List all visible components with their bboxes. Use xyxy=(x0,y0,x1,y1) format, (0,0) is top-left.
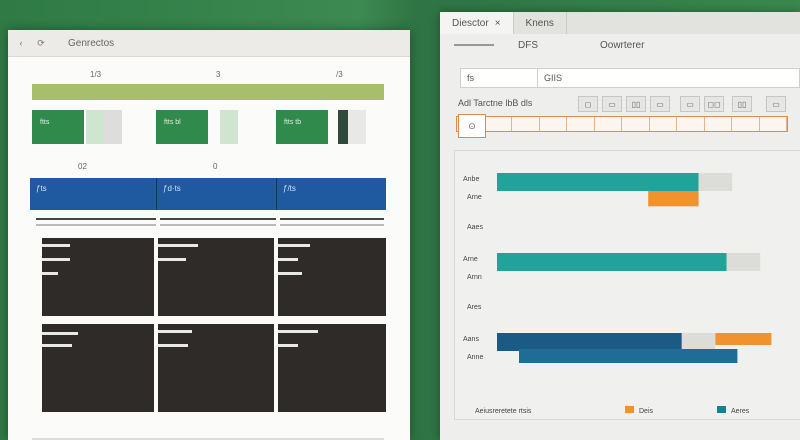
dark-panel[interactable] xyxy=(158,238,274,316)
category-sublabel: Arne xyxy=(467,194,482,201)
selection-row[interactable] xyxy=(456,116,788,132)
band-cell: ƒd·ts xyxy=(156,178,276,210)
tile-accent xyxy=(338,110,348,144)
dark-panel[interactable] xyxy=(278,238,386,316)
header-ribbon xyxy=(32,84,384,100)
tab-label: Diesctor xyxy=(452,17,489,29)
dark-panel[interactable] xyxy=(158,324,274,412)
toolbar-button[interactable]: ▭ xyxy=(650,96,670,112)
toolbar-button[interactable]: ▭ xyxy=(766,96,786,112)
bar-deis[interactable] xyxy=(648,191,699,207)
category-sublabel: Anne xyxy=(467,354,483,361)
chart-panel: Anbe Arne Aaes Arne Arnn Ares Aans Anne Aeiusrer… xyxy=(454,150,800,420)
field-value: fs xyxy=(467,73,475,83)
field-value: GIIS xyxy=(544,73,563,83)
column-mark: 1/3 xyxy=(90,70,102,79)
toolbar: Adl Tarctne lbB dls ◻ ▭ ▯▯ ▭ ▭ ◻◻ ▯▯ ▭ xyxy=(440,92,800,114)
category-label: Aans xyxy=(463,336,479,343)
right-titlebar: Diesctor × Knens xyxy=(440,12,800,34)
left-window-title: Genrectos xyxy=(68,37,115,49)
left-window: ‹ ⟳ Genrectos 1/3 3 /3 ftts ftts bl ftts… xyxy=(8,30,410,440)
toolbar-button[interactable]: ◻◻ xyxy=(704,96,724,112)
row-mark: 02 xyxy=(78,162,87,171)
category-label: Arne xyxy=(463,256,478,263)
right-window: Diesctor × Knens DFS Oowrterer fs GIIS A… xyxy=(440,12,800,440)
legend-swatch xyxy=(717,406,726,413)
dark-panel[interactable] xyxy=(42,324,154,412)
bar-background xyxy=(681,333,716,351)
row-mark: 0 xyxy=(213,162,218,171)
legend-label: Deis xyxy=(639,408,654,415)
dark-panel[interactable] xyxy=(42,238,154,316)
toolbar-button[interactable]: ◻ xyxy=(578,96,598,112)
bar-chart: Anbe Arne Aaes Arne Arnn Ares Aans Anne Aeiusrer… xyxy=(463,173,772,415)
row-label: DFS xyxy=(518,40,538,51)
tile-accent xyxy=(348,110,366,144)
toolbar-button[interactable]: ▯▯ xyxy=(732,96,752,112)
menu-line xyxy=(454,44,494,46)
legend-label: Aeres xyxy=(731,408,750,415)
blue-header-band: ƒts ƒd·ts ƒ/ts xyxy=(30,178,386,210)
bar-background xyxy=(698,173,733,191)
tile-accent xyxy=(104,110,122,144)
toolbar-button[interactable]: ▭ xyxy=(602,96,622,112)
category-sublabel: Arnn xyxy=(467,274,482,281)
search-input[interactable]: fs xyxy=(460,68,538,88)
left-titlebar: ‹ ⟳ Genrectos xyxy=(8,30,410,57)
legend-swatch xyxy=(625,406,634,413)
row-right-label[interactable]: Oowrterer xyxy=(600,40,644,51)
band-cell: ƒ/ts xyxy=(276,178,386,210)
zoom-icon[interactable]: ⊙ xyxy=(458,114,486,138)
column-mark: 3 xyxy=(216,70,221,79)
bar-aeres[interactable] xyxy=(497,173,699,191)
toolbar-button[interactable]: ▯▯ xyxy=(626,96,646,112)
column-mark: /3 xyxy=(336,70,343,79)
tab-diesctor[interactable]: Diesctor × xyxy=(440,12,514,34)
group-label: Aaes xyxy=(467,224,483,231)
toolbar-label: Adl Tarctne lbB dls xyxy=(458,98,533,108)
bar-segment[interactable] xyxy=(519,349,738,363)
refresh-icon[interactable]: ⟳ xyxy=(34,36,48,50)
tile-accent xyxy=(220,110,238,144)
tile[interactable]: ftts xyxy=(32,110,84,144)
tile-accent xyxy=(86,110,104,144)
dark-panel[interactable] xyxy=(278,324,386,412)
address-field[interactable]: GIIS xyxy=(538,68,800,88)
tab-label: Knens xyxy=(525,17,554,29)
address-row: DFS Oowrterer xyxy=(440,34,800,62)
chart-footer-label: Aeiusreretete rtsis xyxy=(475,408,532,415)
back-icon[interactable]: ‹ xyxy=(14,36,28,50)
tile[interactable]: ftts bl xyxy=(156,110,208,144)
toolbar-button[interactable]: ▭ xyxy=(680,96,700,112)
bar-aeres[interactable] xyxy=(497,333,682,351)
group-label: Ares xyxy=(467,304,482,311)
tab-knens[interactable]: Knens xyxy=(513,12,567,34)
band-cell: ƒts xyxy=(36,184,47,193)
divider-lines xyxy=(32,216,384,228)
tile[interactable]: ftts tb xyxy=(276,110,328,144)
category-label: Anbe xyxy=(463,176,479,183)
close-icon[interactable]: × xyxy=(495,18,501,29)
bar-background xyxy=(726,253,761,271)
bar-aeres[interactable] xyxy=(497,253,727,271)
